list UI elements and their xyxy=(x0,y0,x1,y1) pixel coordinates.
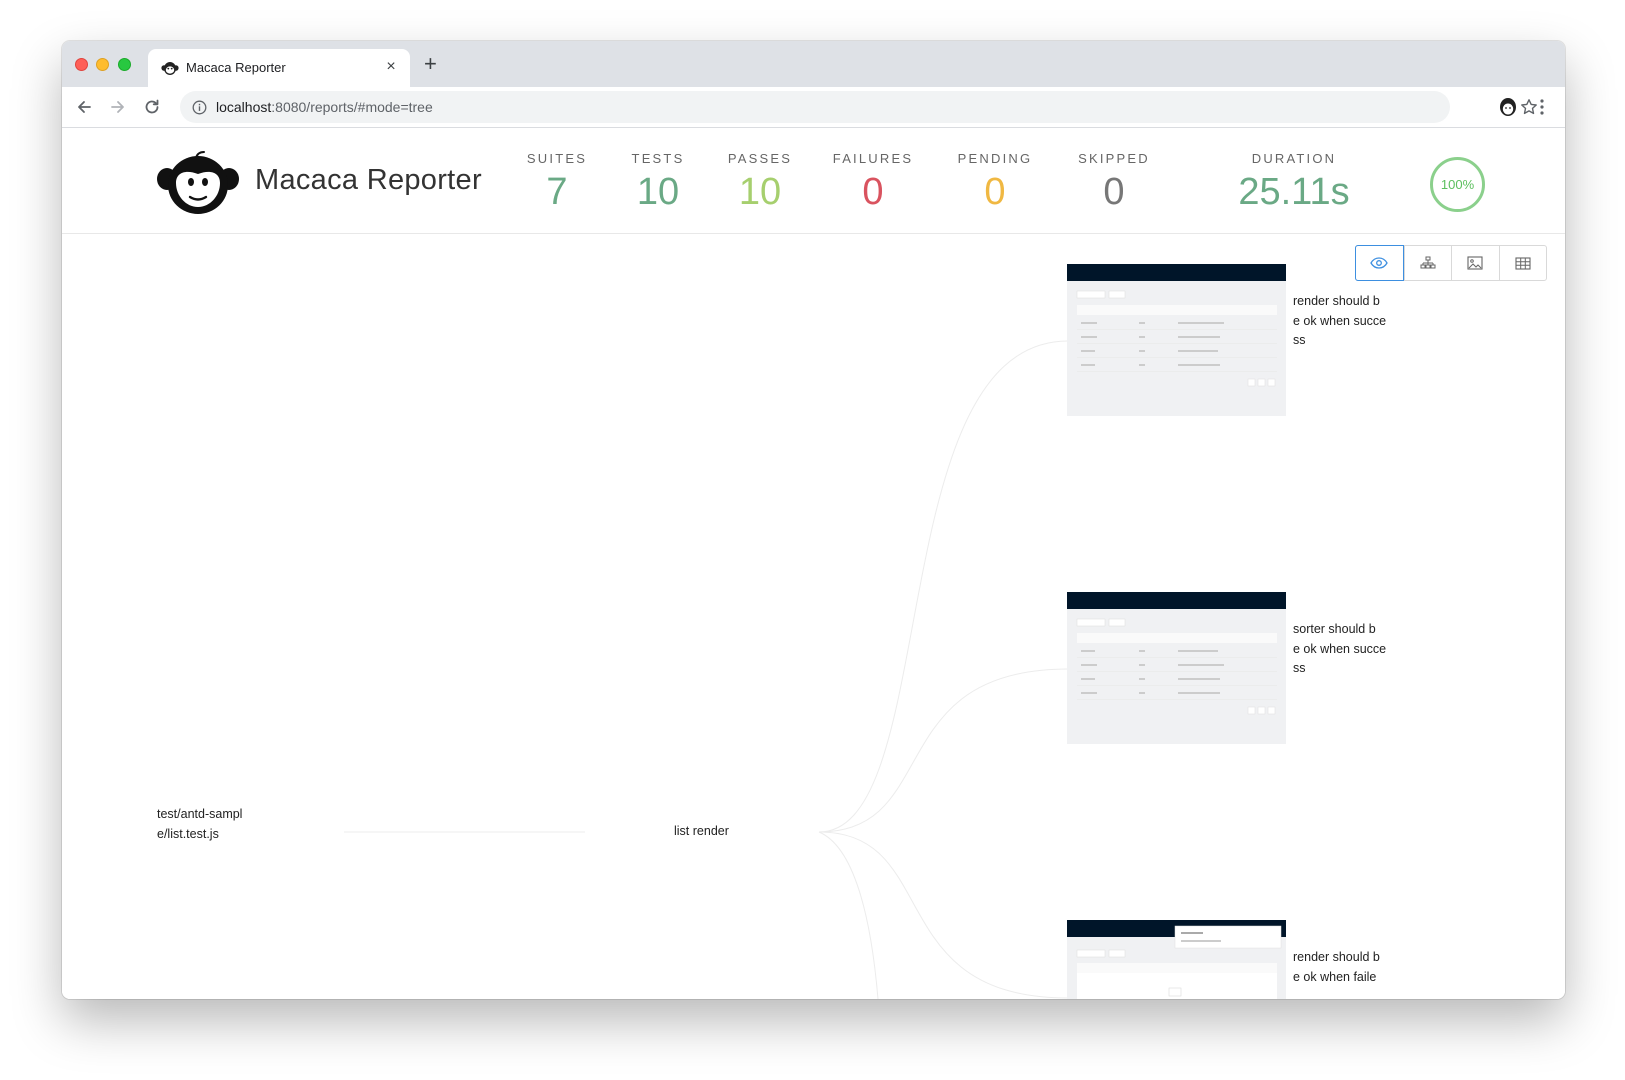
profile-avatar-icon[interactable] xyxy=(1498,96,1518,118)
case-label-line: render should b xyxy=(1293,294,1380,308)
browser-window: Macaca Reporter × + localhost:8080/repor… xyxy=(62,41,1565,999)
thumbnail-table-preview xyxy=(1076,925,1282,999)
back-arrow-icon[interactable] xyxy=(74,97,94,117)
case-label-line: e ok when succe xyxy=(1293,641,1387,656)
case-screenshot-thumbnail[interactable] xyxy=(1067,592,1286,744)
case-screenshot-thumbnail[interactable] xyxy=(1067,264,1286,416)
browser-menu-icon[interactable] xyxy=(1539,97,1545,117)
tree-connectors xyxy=(344,340,1069,999)
case-label-line: e ok when succe xyxy=(1293,313,1387,328)
test-case-label[interactable]: sorter should b e ok when succe ss xyxy=(1293,620,1386,679)
url-text[interactable]: localhost:8080/reports/#mode=tree xyxy=(216,99,433,115)
tree-root-node[interactable]: test/antd-sampl e/list.test.js xyxy=(157,805,242,844)
tab-bar: Macaca Reporter × + xyxy=(62,41,1565,87)
close-window-button[interactable] xyxy=(75,58,88,71)
case-label-line: render should b xyxy=(1293,950,1380,964)
close-tab-icon[interactable]: × xyxy=(382,58,400,76)
report-page: Macaca Reporter SUITES 7 TESTS 10 PASSES… xyxy=(62,128,1565,999)
test-case-label[interactable]: render should b e ok when faile xyxy=(1293,948,1380,987)
case-label-line: e ok when faile xyxy=(1293,969,1377,984)
forward-arrow-icon[interactable] xyxy=(108,97,128,117)
thumbnail-table-preview xyxy=(1076,290,1277,387)
case-label-line: sorter should b xyxy=(1293,622,1376,636)
tree-suite-label: list render xyxy=(674,824,729,838)
url-path: :8080/reports/#mode=tree xyxy=(271,99,433,115)
tab-title: Macaca Reporter xyxy=(186,60,286,75)
monkey-favicon-icon xyxy=(161,62,179,75)
new-tab-button[interactable]: + xyxy=(424,53,437,75)
tree-root-line: e/list.test.js xyxy=(157,826,219,841)
case-label-line: ss xyxy=(1293,333,1306,347)
tree-root-line: test/antd-sampl xyxy=(157,807,243,821)
tab-macaca-reporter[interactable]: Macaca Reporter × xyxy=(148,49,410,87)
minimize-window-button[interactable] xyxy=(96,58,109,71)
url-host: localhost xyxy=(216,99,272,115)
thumbnail-navbar xyxy=(1067,592,1286,609)
reload-icon[interactable] xyxy=(142,97,162,117)
case-label-line: ss xyxy=(1293,661,1306,675)
thumbnail-table-preview xyxy=(1076,618,1277,715)
browser-toolbar: localhost:8080/reports/#mode=tree xyxy=(62,87,1565,128)
bookmark-star-icon[interactable] xyxy=(1520,98,1538,116)
thumbnail-navbar xyxy=(1067,264,1286,281)
test-case-label[interactable]: render should b e ok when succe ss xyxy=(1293,292,1386,351)
case-screenshot-thumbnail[interactable] xyxy=(1067,920,1286,999)
info-icon[interactable] xyxy=(192,100,207,115)
zoom-window-button[interactable] xyxy=(118,58,131,71)
tree-suite-node[interactable]: list render xyxy=(674,822,729,842)
address-bar[interactable]: localhost:8080/reports/#mode=tree xyxy=(180,91,1537,123)
